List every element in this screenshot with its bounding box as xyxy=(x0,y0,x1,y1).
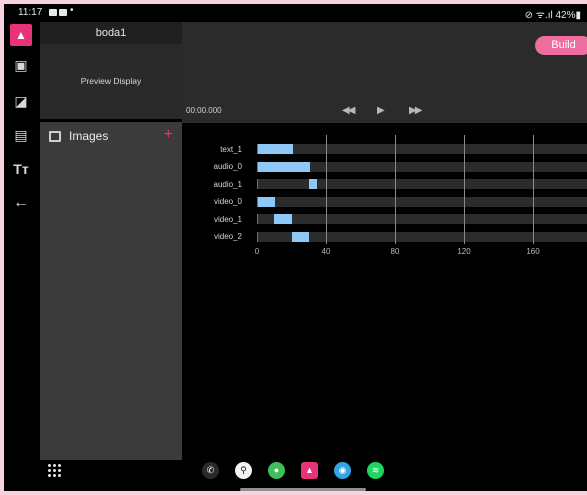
browser-app-icon[interactable]: ◉ xyxy=(334,462,351,479)
timeline-track-row[interactable] xyxy=(257,196,587,207)
notification-dot-icon: • xyxy=(70,5,74,16)
status-bar: 11:17 • ⊘ ᯤ.ıl 42%▮ xyxy=(4,4,587,22)
app-logo-icon[interactable]: ▲ xyxy=(10,24,32,46)
timeline-track-row[interactable] xyxy=(257,144,587,154)
timeline-tick-label: 40 xyxy=(321,246,331,256)
track-label: audio_1 xyxy=(213,179,242,189)
track-label: video_1 xyxy=(213,214,242,224)
navigation-handle[interactable] xyxy=(240,488,366,491)
messages-app-icon[interactable]: ● xyxy=(268,462,285,479)
app-dock: ✆ ⚲ ● ▲ ◉ ≋ xyxy=(202,462,402,484)
notification-icon xyxy=(49,9,57,16)
timeline-grid-line xyxy=(533,135,534,244)
timeline-clip[interactable] xyxy=(291,231,309,242)
top-toolbar: Build 00:00.000 ◀◀ ▶ ▶▶ xyxy=(182,22,587,123)
timeline-tick-label: 160 xyxy=(526,246,540,256)
project-title: boda1 xyxy=(40,22,182,44)
timeline-tick-label: 0 xyxy=(254,246,260,256)
play-icon[interactable]: ▶ xyxy=(377,105,385,116)
track-label: video_0 xyxy=(213,197,242,206)
timeline-grid-line xyxy=(464,135,465,244)
apps-grid-icon[interactable] xyxy=(48,464,62,478)
rewind-icon[interactable]: ◀◀ xyxy=(342,105,355,116)
timeline-clip[interactable] xyxy=(258,196,276,207)
image-library-icon[interactable]: ▤ xyxy=(12,126,30,144)
timeline: 0 40 80 120 160 text_1 audio_0 audio_1 video_0vi… xyxy=(182,123,587,263)
timeline-clip[interactable] xyxy=(258,144,293,154)
track-start-marker xyxy=(257,179,258,189)
back-arrow-icon[interactable]: ← xyxy=(12,194,30,212)
timeline-clip[interactable] xyxy=(274,214,292,224)
video-library-icon[interactable]: ▣ xyxy=(12,56,30,74)
timeline-tick-label: 80 xyxy=(390,246,400,256)
side-rail: ▲ ▣ ◪ ▤ Tт ← xyxy=(4,22,40,491)
app-screen: 11:17 • ⊘ ᯤ.ıl 42%▮ ▲ ▣ ◪ ▤ Tт ← boda1 P… xyxy=(4,4,587,491)
status-indicators: ⊘ ᯤ.ıl 42%▮ xyxy=(524,10,581,21)
phone-app-icon[interactable]: ✆ xyxy=(202,462,219,479)
spotify-app-icon[interactable]: ≋ xyxy=(367,462,384,479)
images-icon xyxy=(49,131,61,142)
status-time: 11:17 xyxy=(18,7,43,18)
timeline-grid-line xyxy=(395,135,396,244)
audio-library-icon[interactable]: ◪ xyxy=(12,92,30,110)
images-section-title: Images xyxy=(69,129,109,143)
preview-display: Preview Display xyxy=(40,44,182,119)
track-start-marker xyxy=(257,231,258,242)
timeline-track-row[interactable] xyxy=(257,214,587,224)
track-label: audio_0 xyxy=(213,162,242,171)
text-tool-icon[interactable]: Tт xyxy=(12,160,30,178)
notification-icon xyxy=(59,9,67,16)
build-button[interactable]: Build xyxy=(535,36,587,55)
timeline-tick-label: 120 xyxy=(457,246,471,256)
editor-app-icon[interactable]: ▲ xyxy=(301,462,318,479)
timeline-grid-line xyxy=(326,135,327,244)
maps-app-icon[interactable]: ⚲ xyxy=(235,462,252,479)
timeline-clip[interactable] xyxy=(258,161,310,172)
timeline-clip[interactable] xyxy=(308,179,318,189)
assets-panel: Images + xyxy=(40,122,182,460)
fast-forward-icon[interactable]: ▶▶ xyxy=(409,105,422,116)
track-label: video_2 xyxy=(213,232,242,241)
track-label: text_1 xyxy=(220,144,242,154)
track-start-marker xyxy=(257,214,258,224)
timeline-track-row[interactable] xyxy=(257,179,587,189)
timecode-display: 00:00.000 xyxy=(186,106,222,115)
add-image-button[interactable]: + xyxy=(164,126,173,144)
